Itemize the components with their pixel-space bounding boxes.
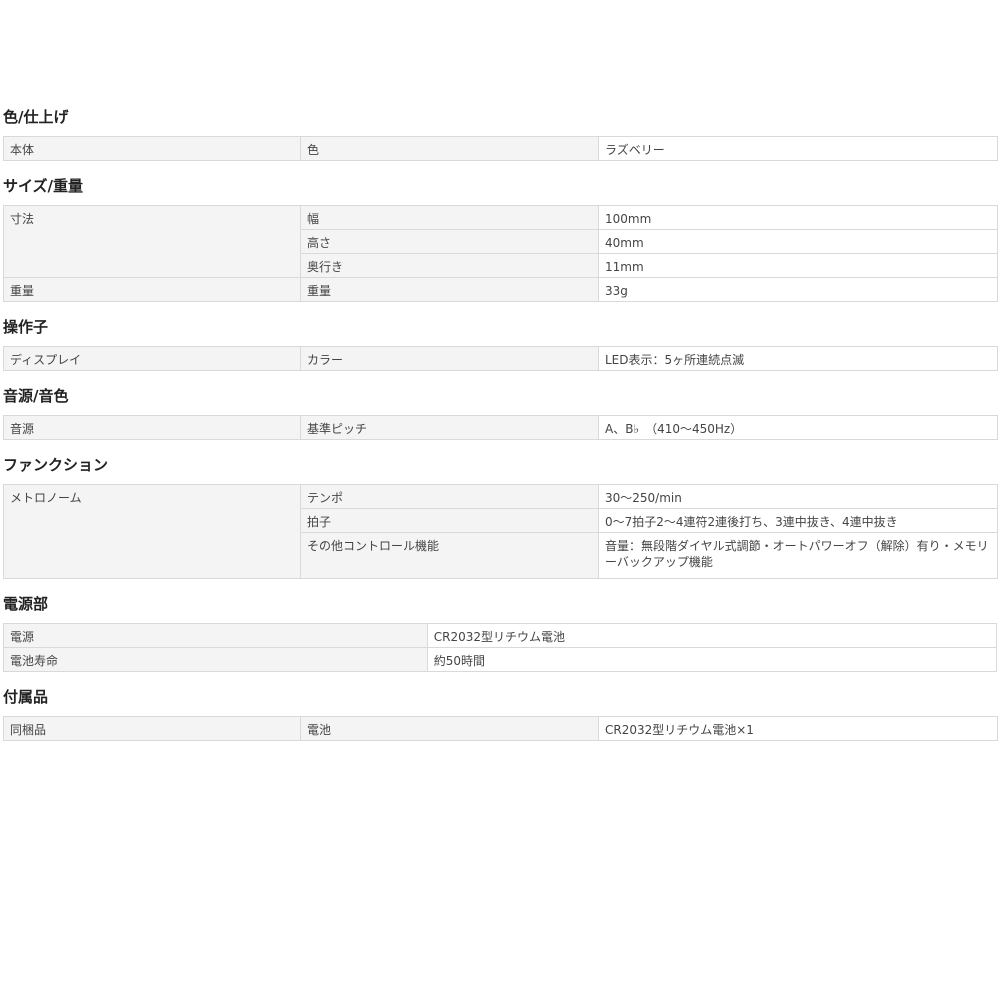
table-row: 本体 色 ラズベリー bbox=[3, 136, 998, 161]
row-value: 33g bbox=[598, 277, 998, 302]
section-title: サイズ/重量 bbox=[3, 177, 84, 195]
section-title: 色/仕上げ bbox=[3, 108, 69, 126]
table-row: メトロノーム テンポ 30〜250/min bbox=[3, 484, 998, 579]
row-value: CR2032型リチウム電池×1 bbox=[598, 716, 998, 741]
row-group: 本体 bbox=[3, 136, 301, 161]
section-title: 電源部 bbox=[3, 595, 49, 613]
row-label: 電池 bbox=[300, 716, 599, 741]
spec-table: 同梱品 電池 CR2032型リチウム電池×1 bbox=[3, 716, 998, 741]
row-group: 電池寿命 bbox=[3, 647, 428, 672]
table-row: 電源 CR2032型リチウム電池 bbox=[3, 623, 998, 648]
spec-table: 本体 色 ラズベリー bbox=[3, 136, 998, 161]
row-label: その他コントロール機能 bbox=[300, 532, 599, 579]
row-value: 0〜7拍子2〜4連符2連後打ち、3連中抜き、4連中抜き bbox=[598, 508, 998, 533]
row-value: CR2032型リチウム電池 bbox=[426, 623, 998, 648]
row-group: ディスプレイ bbox=[3, 346, 301, 371]
row-value: 30〜250/min bbox=[598, 484, 998, 509]
spec-sheet: 色/仕上げ 本体 色 ラズベリー サイズ/重量 寸法 幅 100mm 高さ 40… bbox=[3, 106, 998, 755]
row-value: 40mm bbox=[598, 229, 998, 254]
table-row: 音源 基準ピッチ A、B♭ （410〜450Hz） bbox=[3, 415, 998, 440]
row-group: 電源 bbox=[3, 623, 428, 648]
section-title: 操作子 bbox=[3, 318, 49, 336]
row-label: 高さ bbox=[300, 229, 599, 254]
row-label: 重量 bbox=[300, 277, 599, 302]
section-sound-source: 音源/音色 音源 基準ピッチ A、B♭ （410〜450Hz） bbox=[3, 385, 998, 440]
row-value: LED表示：5ヶ所連続点滅 bbox=[598, 346, 998, 371]
row-value: A、B♭ （410〜450Hz） bbox=[598, 415, 998, 440]
row-label: カラー bbox=[300, 346, 599, 371]
row-label: 色 bbox=[300, 136, 599, 161]
spec-table: メトロノーム テンポ 30〜250/min 拍子 0〜7拍子2〜4連符2連後打ち… bbox=[3, 484, 998, 579]
section-controls: 操作子 ディスプレイ カラー LED表示：5ヶ所連続点滅 bbox=[3, 316, 998, 371]
row-group: メトロノーム bbox=[3, 484, 301, 579]
row-group: 音源 bbox=[3, 415, 301, 440]
table-row: 寸法 幅 100mm bbox=[3, 205, 998, 278]
row-value: 11mm bbox=[598, 253, 998, 278]
section-title: 付属品 bbox=[3, 688, 49, 706]
table-row: 電池寿命 約50時間 bbox=[3, 647, 998, 672]
table-row: 同梱品 電池 CR2032型リチウム電池×1 bbox=[3, 716, 998, 741]
row-value: 100mm bbox=[598, 205, 998, 230]
row-label: 基準ピッチ bbox=[300, 415, 599, 440]
section-function: ファンクション メトロノーム テンポ 30〜250/min 拍子 0〜7拍子2〜… bbox=[3, 454, 998, 579]
row-group: 重量 bbox=[3, 277, 301, 302]
section-title: 音源/音色 bbox=[3, 387, 69, 405]
spec-table: 電源 CR2032型リチウム電池 電池寿命 約50時間 bbox=[3, 623, 998, 672]
table-row: 重量 重量 33g bbox=[3, 277, 998, 302]
row-group: 寸法 bbox=[3, 205, 301, 278]
row-value: 音量：無段階ダイヤル式調節・オートパワーオフ（解除）有り・メモリーバックアップ機… bbox=[598, 532, 998, 579]
row-value: ラズベリー bbox=[598, 136, 998, 161]
section-accessories: 付属品 同梱品 電池 CR2032型リチウム電池×1 bbox=[3, 686, 998, 741]
row-group: 同梱品 bbox=[3, 716, 301, 741]
row-value: 約50時間 bbox=[426, 647, 998, 672]
spec-table: 寸法 幅 100mm 高さ 40mm 奥行き 11mm 重量 重量 33g bbox=[3, 205, 998, 302]
spec-table: 音源 基準ピッチ A、B♭ （410〜450Hz） bbox=[3, 415, 998, 440]
section-color-finish: 色/仕上げ 本体 色 ラズベリー bbox=[3, 106, 998, 161]
section-size-weight: サイズ/重量 寸法 幅 100mm 高さ 40mm 奥行き 11mm 重量 重量… bbox=[3, 175, 998, 302]
spec-table: ディスプレイ カラー LED表示：5ヶ所連続点滅 bbox=[3, 346, 998, 371]
row-label: テンポ bbox=[300, 484, 599, 509]
row-label: 拍子 bbox=[300, 508, 599, 533]
section-title: ファンクション bbox=[3, 456, 109, 474]
section-power: 電源部 電源 CR2032型リチウム電池 電池寿命 約50時間 bbox=[3, 593, 998, 672]
row-label: 幅 bbox=[300, 205, 599, 230]
table-row: ディスプレイ カラー LED表示：5ヶ所連続点滅 bbox=[3, 346, 998, 371]
row-label: 奥行き bbox=[300, 253, 599, 278]
